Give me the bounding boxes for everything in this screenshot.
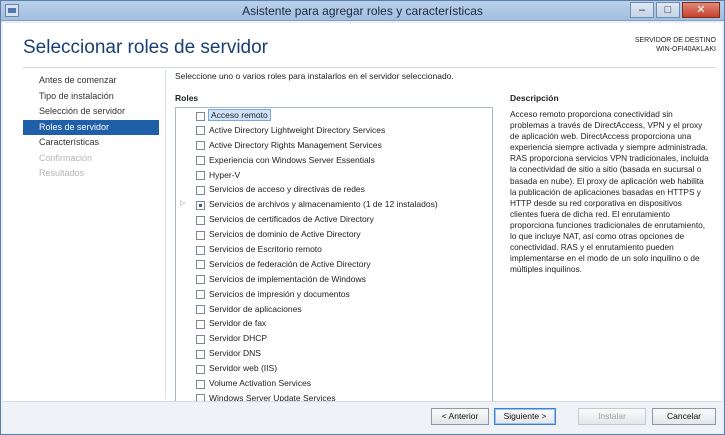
close-icon[interactable]: ✕ <box>682 2 720 18</box>
wizard-footer: < Anterior Siguiente > Instalar Cancelar <box>3 402 722 433</box>
role-item[interactable]: Servicios de dominio de Active Directory <box>176 227 492 242</box>
role-label: Experiencia con Windows Server Essential… <box>209 154 375 165</box>
nav-item-5: Confirmación <box>39 152 93 163</box>
roles-list[interactable]: Acceso remoto Active Directory Lightweigh… <box>175 107 493 405</box>
role-item[interactable]: Experiencia con Windows Server Essential… <box>176 153 492 168</box>
role-checkbox[interactable] <box>196 364 205 374</box>
window-controls: – □ ✕ <box>630 2 720 18</box>
role-checkbox[interactable] <box>196 215 205 225</box>
role-label: Servidor de aplicaciones <box>209 303 302 314</box>
role-label: Servicios de dominio de Active Directory <box>209 229 361 240</box>
role-label: Servicios de archivos y almacenamiento (… <box>209 199 438 210</box>
window-title: Asistente para agregar roles y caracterí… <box>242 4 483 18</box>
wizard-window: Asistente para agregar roles y caracterí… <box>0 0 725 435</box>
page-title: Seleccionar roles de servidor <box>23 37 269 58</box>
role-checkbox[interactable] <box>196 171 205 181</box>
nav-item-4[interactable]: Características <box>23 135 159 151</box>
next-button[interactable]: Siguiente > <box>494 408 556 425</box>
instruction-text: Seleccione uno o varios roles para insta… <box>175 71 454 81</box>
role-item[interactable]: Volume Activation Services <box>176 376 492 391</box>
role-label: Servicios de acceso y directivas de rede… <box>209 184 365 195</box>
role-item[interactable]: Servicios de acceso y directivas de rede… <box>176 182 492 197</box>
role-item[interactable]: ▷ Servicios de archivos y almacenamiento … <box>176 197 492 212</box>
role-label: Servidor de fax <box>209 318 267 329</box>
description-text: Acceso remoto proporciona conectividad s… <box>510 109 709 275</box>
role-label: Servidor DNS <box>209 348 261 359</box>
role-label: Servidor DHCP <box>209 333 268 344</box>
role-item[interactable]: Servicios de federación de Active Direct… <box>176 257 492 272</box>
role-item[interactable]: Active Directory Lightweight Directory S… <box>176 123 492 138</box>
role-item[interactable]: Servidor de aplicaciones <box>176 302 492 317</box>
role-item[interactable]: Servicios de Escritorio remoto <box>176 242 492 257</box>
nav-divider <box>165 69 166 399</box>
role-label: Servicios de Escritorio remoto <box>209 244 322 255</box>
back-button[interactable]: < Anterior <box>431 408 489 425</box>
install-button: Instalar <box>578 408 646 425</box>
role-checkbox[interactable] <box>196 290 205 300</box>
role-checkbox[interactable] <box>196 185 205 195</box>
cancel-button[interactable]: Cancelar <box>652 408 716 425</box>
nav-item-1[interactable]: Tipo de instalación <box>23 89 159 105</box>
role-label: Volume Activation Services <box>209 378 312 389</box>
header-divider <box>23 67 716 68</box>
description-heading: Descripción <box>510 93 559 103</box>
role-checkbox[interactable] <box>196 230 205 240</box>
role-item[interactable]: Active Directory Rights Management Servi… <box>176 138 492 153</box>
role-checkbox[interactable] <box>196 245 205 255</box>
minimize-icon[interactable]: – <box>630 2 654 18</box>
expand-arrow-icon[interactable]: ▷ <box>180 197 185 212</box>
role-label: Acceso remoto <box>208 109 271 121</box>
role-item[interactable]: Servidor DNS <box>176 346 492 361</box>
role-checkbox[interactable] <box>196 200 205 210</box>
wizard-nav: Antes de comenzar Tipo de instalación Sele… <box>23 73 159 182</box>
role-checkbox[interactable] <box>196 156 205 166</box>
destination-server-name: WIN-OFI40AKLAKI <box>656 46 716 53</box>
maximize-icon[interactable]: □ <box>656 2 680 18</box>
nav-item-2[interactable]: Selección de servidor <box>23 104 159 120</box>
roles-heading: Roles <box>175 93 199 103</box>
role-checkbox[interactable] <box>196 349 205 359</box>
role-item[interactable]: Servicios de implementación de Windows <box>176 272 492 287</box>
destination-server-label: SERVIDOR DE DESTINO <box>634 37 716 44</box>
role-item[interactable]: Servidor DHCP <box>176 331 492 346</box>
role-label: Servicios de impresión y documentos <box>209 288 350 299</box>
role-checkbox[interactable] <box>196 260 205 270</box>
role-label: Active Directory Lightweight Directory S… <box>209 124 386 135</box>
role-checkbox[interactable] <box>196 126 205 136</box>
role-item[interactable]: Hyper-V <box>176 168 492 183</box>
title-bar[interactable]: Asistente para agregar roles y caracterí… <box>1 1 724 21</box>
role-checkbox[interactable] <box>196 141 205 151</box>
role-label: Hyper-V <box>209 169 241 180</box>
nav-item-3[interactable]: Roles de servidor <box>23 119 159 135</box>
role-checkbox[interactable] <box>196 275 205 285</box>
role-checkbox[interactable] <box>196 379 205 389</box>
nav-item-6: Resultados <box>39 168 85 178</box>
role-label: Servidor web (IIS) <box>209 363 278 374</box>
wizard-content: Seleccionar roles de servidor SERVIDOR D… <box>3 23 722 433</box>
role-item[interactable]: Acceso remoto <box>176 108 492 123</box>
nav-item-0[interactable]: Antes de comenzar <box>23 73 159 89</box>
role-label: Servicios de implementación de Windows <box>209 273 366 284</box>
role-item[interactable]: Servidor web (IIS) <box>176 361 492 376</box>
role-checkbox[interactable] <box>196 111 205 121</box>
role-item[interactable]: Servicios de impresión y documentos <box>176 287 492 302</box>
role-label: Servicios de federación de Active Direct… <box>209 258 371 269</box>
role-checkbox[interactable] <box>196 319 205 329</box>
role-checkbox[interactable] <box>196 305 205 315</box>
role-item[interactable]: Servidor de fax <box>176 316 492 331</box>
role-label: Servicios de certificados de Active Dire… <box>209 214 374 225</box>
role-checkbox[interactable] <box>196 334 205 344</box>
role-item[interactable]: Servicios de certificados de Active Dire… <box>176 212 492 227</box>
role-label: Active Directory Rights Management Servi… <box>209 139 382 150</box>
